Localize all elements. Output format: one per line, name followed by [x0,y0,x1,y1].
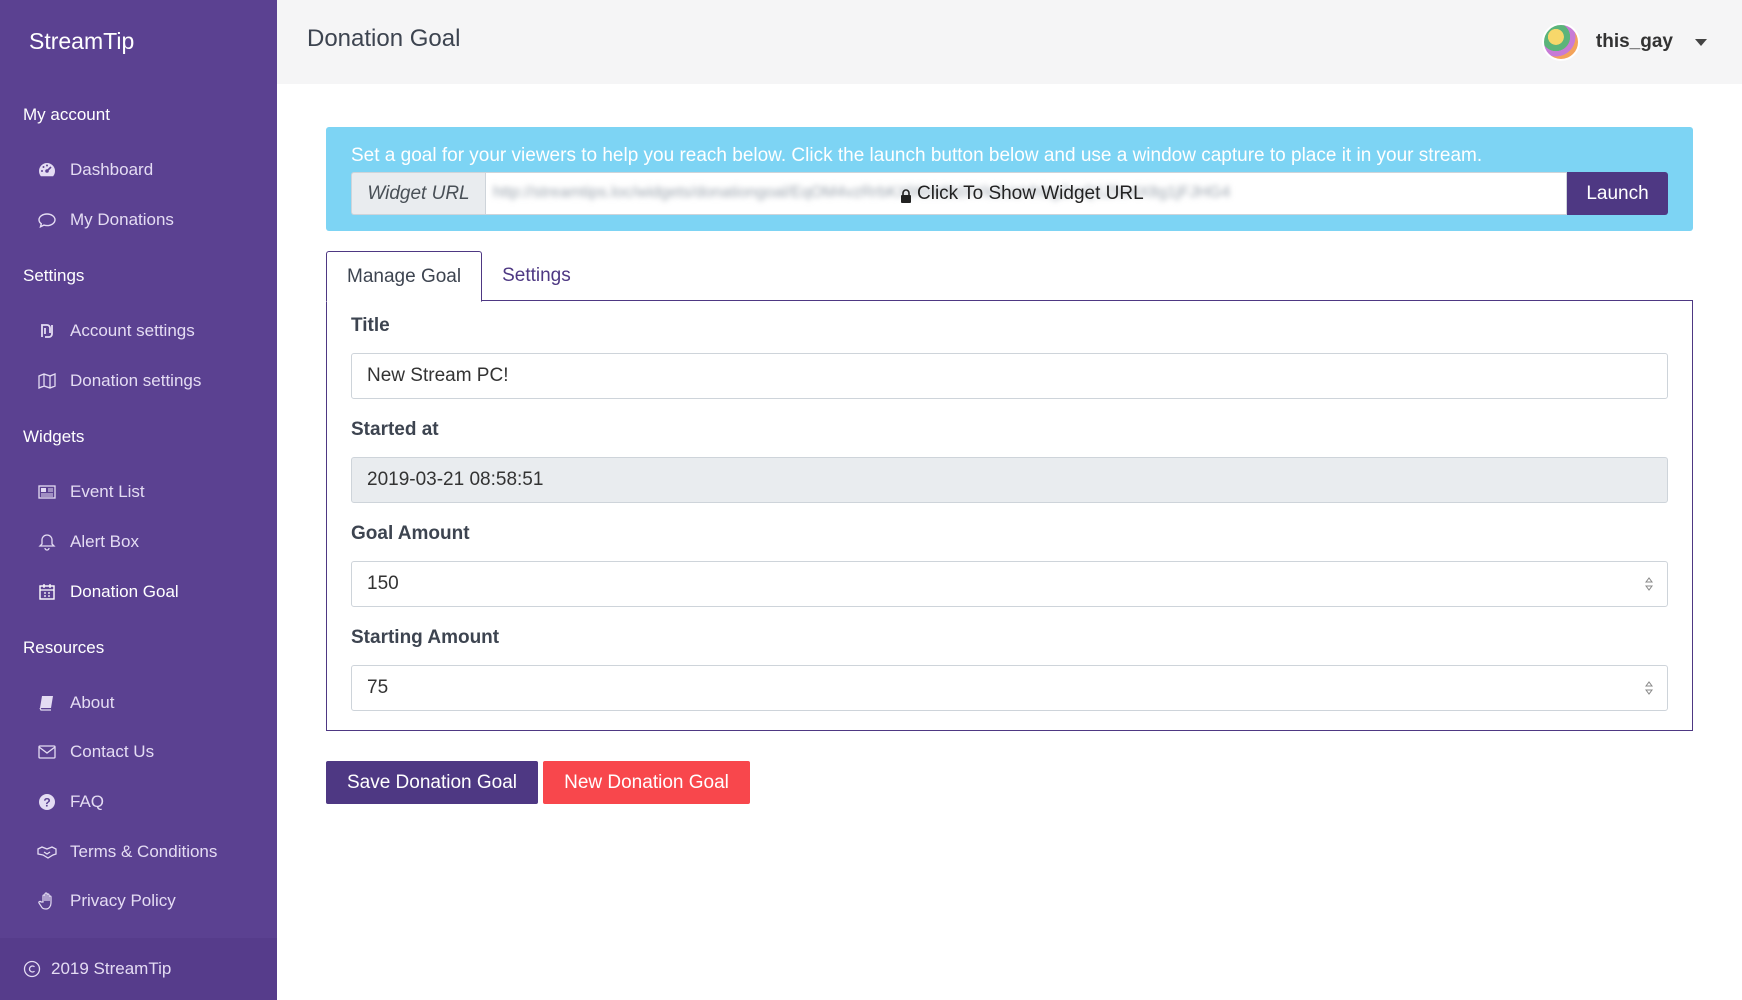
sidebar-item-label: Event List [70,482,145,501]
spinner-icon[interactable] [1645,680,1653,696]
book-icon [36,692,58,714]
alert-text: Set a goal for your viewers to help you … [351,145,1483,166]
started-at-label: Started at [351,419,439,440]
tab-settings[interactable]: Settings [482,251,591,301]
manage-goal-panel: Title New Stream PC! Started at 2019-03-… [326,300,1693,731]
sidebar-item-label: Donation settings [70,371,202,390]
tachometer-icon [36,159,58,181]
tab-bar: Manage Goal Settings [326,251,591,302]
sidebar-item-account-settings[interactable]: Account settings [36,316,195,346]
sidebar-item-donation-settings[interactable]: Donation settings [36,366,201,396]
sidebar-item-label: FAQ [70,792,105,811]
save-donation-goal-button[interactable]: Save Donation Goal [326,761,538,804]
started-at-value: 2019-03-21 08:58:51 [367,469,544,490]
starting-amount-value: 75 [367,677,389,698]
user-menu[interactable]: this_gay [1541,22,1707,62]
sidebar-item-label: Donation Goal [70,582,179,601]
widget-url-field[interactable]: http://streamtips.loc/widgets/donationgo… [485,172,1567,215]
envelope-icon [36,741,58,763]
map-icon [36,370,58,392]
title-label: Title [351,315,390,336]
comment-icon [36,209,58,231]
goal-amount-input[interactable]: 150 [351,561,1668,607]
sidebar-item-alert-box[interactable]: Alert Box [36,527,139,557]
question-circle-icon: ? [36,791,58,813]
started-at-field: 2019-03-21 08:58:51 [351,457,1668,503]
caret-down-icon[interactable] [1695,38,1707,46]
tab-manage-goal[interactable]: Manage Goal [326,251,483,302]
info-alert: Set a goal for your viewers to help you … [326,127,1693,231]
sidebar-item-donation-goal[interactable]: Donation Goal [36,577,179,607]
sidebar-item-event-list[interactable]: Event List [36,477,145,507]
sidebar: StreamTip My account Dashboard My Donati… [0,0,277,1000]
page-title: Donation Goal [307,25,461,52]
title-input-value: New Stream PC! [367,365,509,386]
lock-icon [900,187,912,203]
sidebar-item-faq[interactable]: ? FAQ [36,787,104,817]
show-widget-url-button[interactable]: Click To Show Widget URL [900,183,1144,205]
starting-amount-label: Starting Amount [351,627,500,648]
footer-text: 2019 StreamTip [51,959,172,978]
svg-text:?: ? [43,796,50,810]
section-settings: Settings [23,266,85,285]
hand-paper-icon [36,890,58,912]
title-input[interactable]: New Stream PC! [351,353,1668,399]
section-resources: Resources [23,638,105,657]
sidebar-footer: 2019 StreamTip [0,938,277,1000]
sidebar-item-label: Privacy Policy [70,891,176,910]
sidebar-item-my-donations[interactable]: My Donations [36,205,174,235]
sidebar-item-label: My Donations [70,210,174,229]
shekel-icon [36,320,58,342]
sidebar-item-contact-us[interactable]: Contact Us [36,737,154,767]
brand-logo[interactable]: StreamTip [29,28,134,55]
sidebar-item-label: Terms & Conditions [70,842,218,861]
copyright-icon [23,960,41,978]
sidebar-item-about[interactable]: About [36,688,114,718]
section-widgets: Widgets [23,427,85,446]
show-widget-url-label: Click To Show Widget URL [917,183,1144,204]
spinner-icon[interactable] [1645,576,1653,592]
section-my-account: My account [23,105,110,124]
sidebar-item-label: Dashboard [70,160,154,179]
sidebar-item-label: Contact Us [70,742,155,761]
avatar[interactable] [1541,23,1580,61]
sidebar-item-privacy[interactable]: Privacy Policy [36,886,176,916]
calendar-icon [36,581,58,603]
new-donation-goal-button[interactable]: New Donation Goal [543,761,750,804]
widget-url-label: Widget URL [351,172,485,215]
top-header: Donation Goal this_gay [277,0,1742,84]
newspaper-icon [36,481,58,503]
launch-button[interactable]: Launch [1567,172,1668,215]
widget-url-group: Widget URL http://streamtips.loc/widgets… [351,172,1668,215]
sidebar-item-label: About [70,693,115,712]
sidebar-item-terms[interactable]: Terms & Conditions [36,837,217,867]
starting-amount-input[interactable]: 75 [351,665,1668,711]
sidebar-item-label: Account settings [70,321,195,340]
goal-amount-value: 150 [367,573,399,594]
handshake-icon [36,841,58,863]
username[interactable]: this_gay [1596,31,1673,53]
sidebar-item-label: Alert Box [70,532,139,551]
bell-icon [36,531,58,553]
goal-amount-label: Goal Amount [351,523,470,544]
sidebar-item-dashboard[interactable]: Dashboard [36,155,153,185]
